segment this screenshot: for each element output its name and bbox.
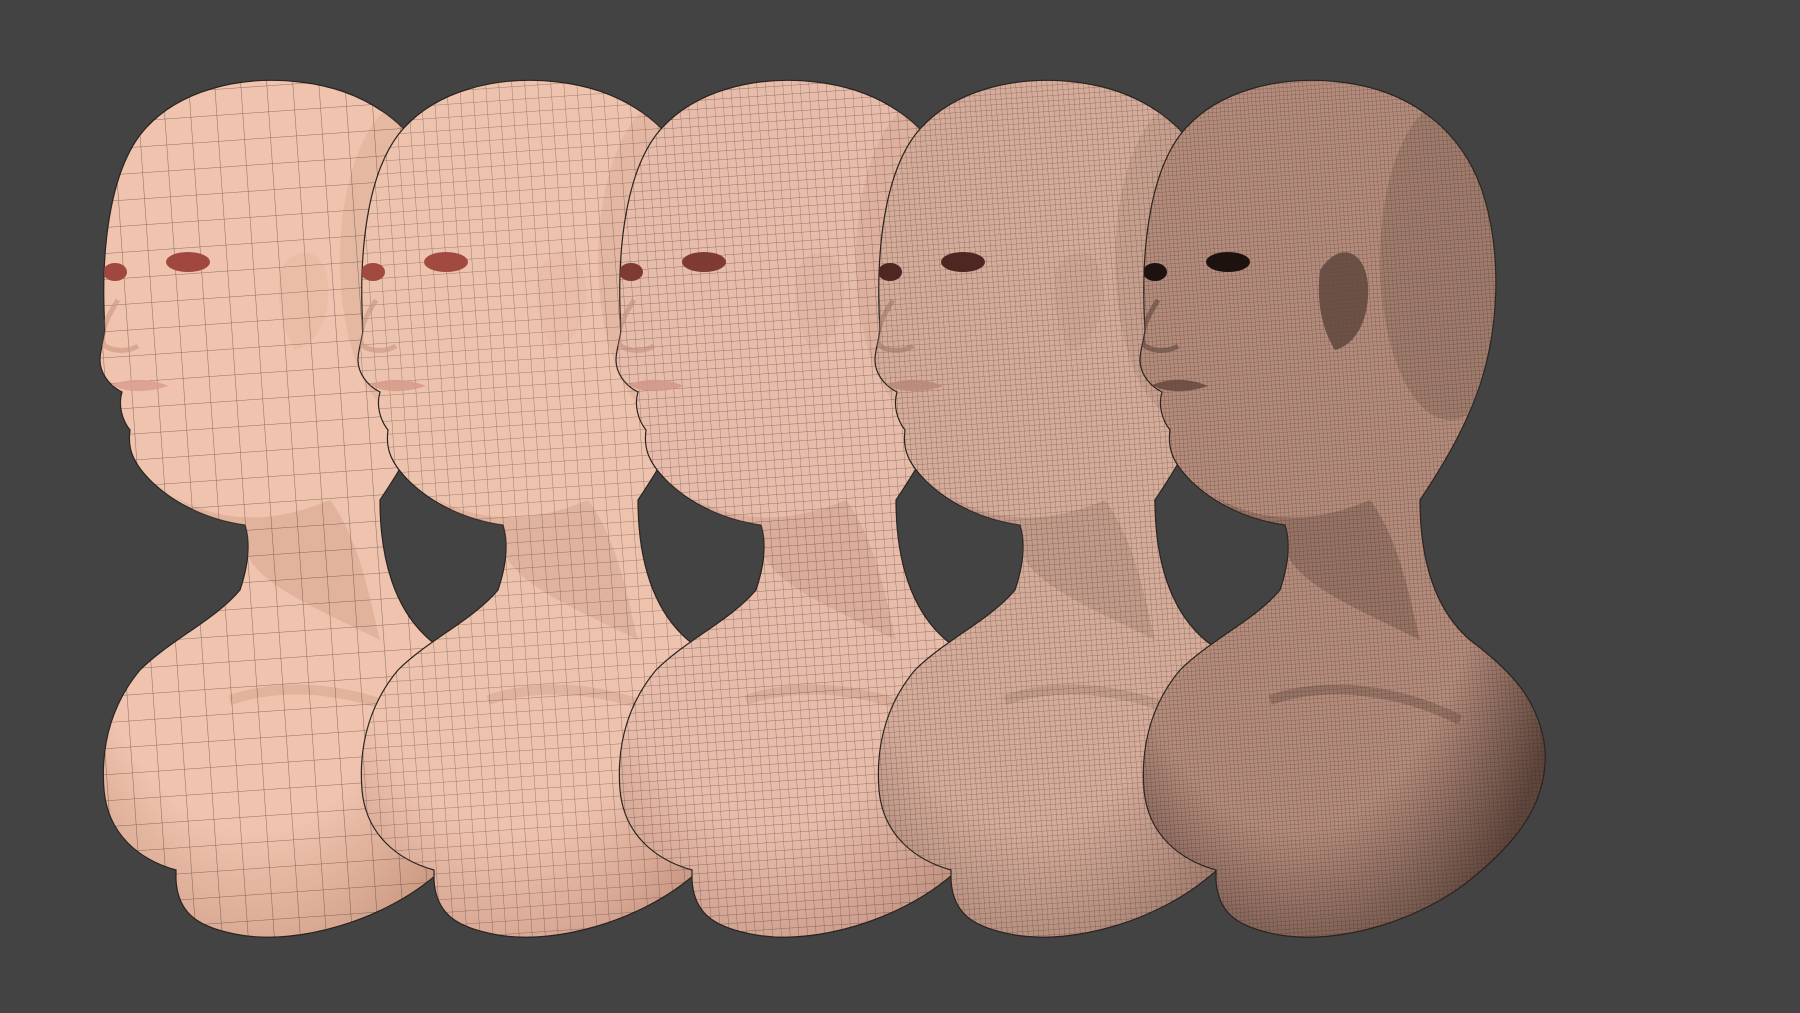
- right-eye: [941, 252, 985, 272]
- left-eye: [103, 263, 127, 281]
- left-eye: [1143, 263, 1167, 281]
- bust-render-canvas: [99, 79, 1546, 938]
- left-eye: [878, 263, 902, 281]
- left-eye: [619, 263, 643, 281]
- right-eye: [424, 252, 468, 272]
- right-eye: [166, 252, 210, 272]
- 3d-viewport: [0, 0, 1800, 1013]
- right-eye: [682, 252, 726, 272]
- left-eye: [361, 263, 385, 281]
- right-eye: [1206, 252, 1250, 272]
